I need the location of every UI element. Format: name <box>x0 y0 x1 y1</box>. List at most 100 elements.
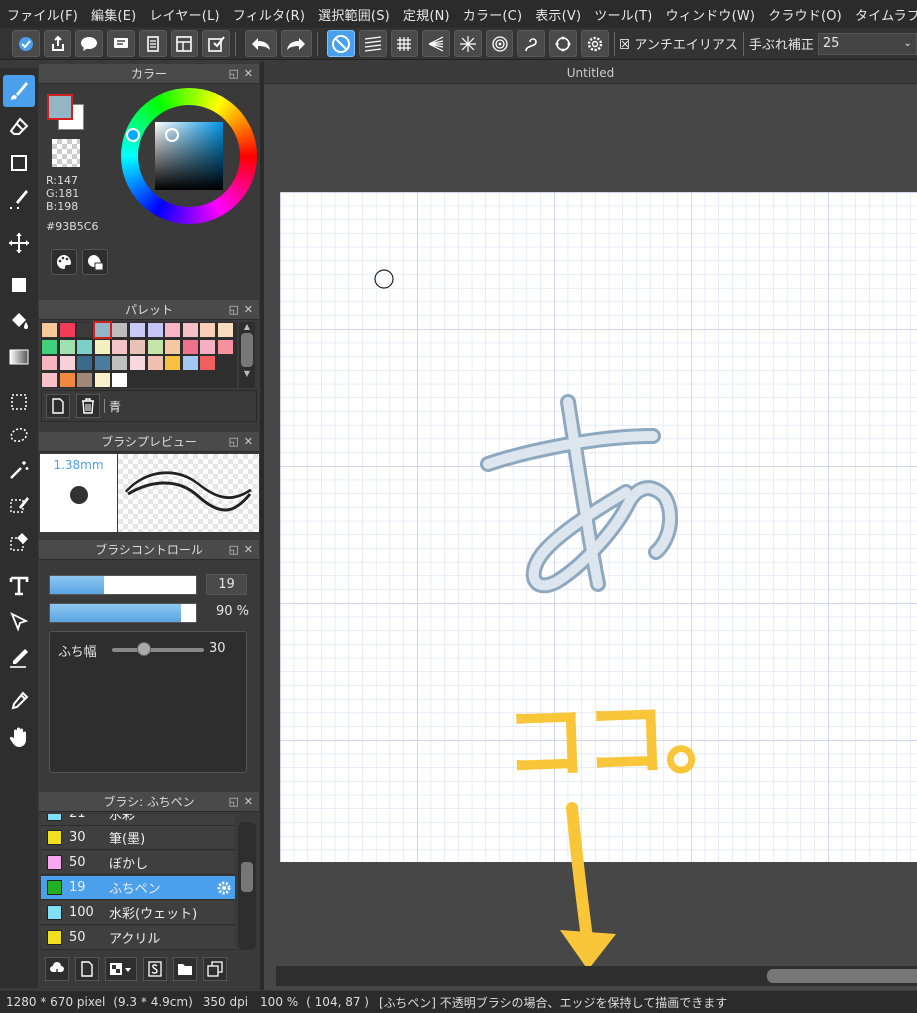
brush-script-button[interactable] <box>143 957 167 981</box>
tool-hand[interactable] <box>3 721 35 753</box>
palette-swatch[interactable] <box>130 356 145 370</box>
snap-off-button[interactable] <box>327 30 355 57</box>
sv-picker-handle[interactable] <box>165 128 179 142</box>
menu-color[interactable]: カラー(C) <box>456 5 528 24</box>
palette-swatch[interactable] <box>130 323 145 337</box>
tool-select-eraser[interactable] <box>3 526 35 558</box>
delete-palette-button[interactable] <box>76 394 100 418</box>
checklist-button[interactable] <box>202 30 230 57</box>
palette-swatch[interactable] <box>147 323 163 337</box>
tool-bucket[interactable] <box>3 305 35 337</box>
brush-item-fuchipen[interactable]: 19 ふちペン <box>41 876 235 900</box>
palette-swatch[interactable] <box>112 339 128 354</box>
close-icon[interactable]: ✕ <box>244 303 253 317</box>
palette-swatch[interactable] <box>112 323 128 337</box>
tool-shape[interactable] <box>3 147 35 179</box>
palette-swatch[interactable] <box>94 372 110 387</box>
undock-icon[interactable]: ◱ <box>229 795 239 809</box>
menu-window[interactable]: ウィンドウ(W) <box>659 5 762 24</box>
menu-select[interactable]: 選択範囲(S) <box>311 5 396 24</box>
antialias-checkbox[interactable] <box>619 38 630 49</box>
undock-icon[interactable]: ◱ <box>229 543 239 557</box>
menu-tool[interactable]: ツール(T) <box>587 5 658 24</box>
palette-swatch[interactable] <box>182 323 198 337</box>
tool-text[interactable] <box>3 570 35 602</box>
ellipse-snap-button[interactable] <box>549 30 577 57</box>
menu-edit[interactable]: 編集(E) <box>84 5 142 24</box>
palette-swatch[interactable] <box>218 339 233 354</box>
palette-swatch[interactable] <box>182 339 198 354</box>
brush-item-blur[interactable]: 50 ぼかし <box>41 851 235 875</box>
undock-icon[interactable]: ◱ <box>229 67 239 81</box>
grid-snap-button[interactable] <box>390 30 419 57</box>
redo-button[interactable] <box>280 30 313 57</box>
menu-file[interactable]: ファイル(F) <box>0 5 84 24</box>
brush-folder-button[interactable] <box>173 957 197 981</box>
radial-snap-button[interactable] <box>454 30 482 57</box>
palette-swatch[interactable] <box>165 339 181 354</box>
new-palette-button[interactable] <box>46 394 70 418</box>
tool-magic-wand[interactable] <box>3 454 35 486</box>
brush-new-button[interactable] <box>75 957 99 981</box>
palette-swatch[interactable] <box>147 339 163 354</box>
edge-width-handle[interactable] <box>137 642 151 656</box>
palette-swatch[interactable] <box>42 339 57 354</box>
horizontal-scrollbar[interactable] <box>276 966 917 986</box>
tool-operation[interactable] <box>3 606 35 638</box>
circle-snap-button[interactable] <box>485 30 514 57</box>
panel-divider[interactable] <box>260 62 264 990</box>
palette-swatch[interactable] <box>77 339 93 354</box>
palette-swatch[interactable] <box>59 372 75 387</box>
menu-filter[interactable]: フィルタ(R) <box>226 5 311 24</box>
brush-texture-button[interactable] <box>105 957 137 981</box>
palette-swatch[interactable] <box>77 356 93 370</box>
palette-swatch[interactable] <box>94 339 110 354</box>
undock-icon[interactable]: ◱ <box>229 435 239 449</box>
close-icon[interactable]: ✕ <box>244 543 253 557</box>
brush-item-watercolor[interactable]: 21 水彩 <box>41 814 235 826</box>
tool-brush[interactable] <box>3 75 35 107</box>
parallel-snap-button[interactable] <box>358 30 387 57</box>
foreground-color-swatch[interactable] <box>47 94 73 120</box>
color-set-button[interactable] <box>51 249 77 275</box>
palette-swatch[interactable] <box>112 372 128 387</box>
palette-swatch[interactable] <box>165 356 181 370</box>
tool-select-pen[interactable] <box>3 183 35 215</box>
close-icon[interactable]: ✕ <box>244 795 253 809</box>
palette-swatch[interactable] <box>59 356 75 370</box>
stabilizer-select[interactable]: 25 ⌄ <box>817 32 917 55</box>
menu-cloud[interactable]: クラウド(O) <box>761 5 848 24</box>
menu-ruler[interactable]: 定規(N) <box>396 5 456 24</box>
brush-item-wet-watercolor[interactable]: 100 水彩(ウェット) <box>41 901 235 925</box>
undock-icon[interactable]: ◱ <box>229 303 239 317</box>
palette-swatch[interactable] <box>42 323 57 337</box>
brush-size-slider[interactable] <box>49 575 197 595</box>
palette-swatch[interactable] <box>147 356 163 370</box>
document-button[interactable] <box>138 30 167 57</box>
palette-swatch[interactable] <box>200 323 216 337</box>
palette-swatch[interactable] <box>130 339 145 354</box>
hue-wheel[interactable] <box>121 88 257 224</box>
palette-swatch[interactable] <box>59 323 75 337</box>
palette-swatch[interactable] <box>218 323 233 337</box>
palette-swatch[interactable] <box>59 339 75 354</box>
tool-eraser[interactable] <box>3 111 35 143</box>
cloud-save-button[interactable] <box>12 30 40 57</box>
brush-list-scrollbar[interactable] <box>238 822 256 950</box>
palette-swatch[interactable] <box>165 323 181 337</box>
palette-swatch[interactable] <box>200 356 216 370</box>
palette-swatch[interactable] <box>42 356 57 370</box>
tool-select-rect[interactable] <box>3 386 35 418</box>
color-history-button[interactable] <box>82 249 108 275</box>
undo-button[interactable] <box>244 30 277 57</box>
snap-settings-button[interactable] <box>580 30 609 57</box>
palette-swatch[interactable] <box>92 321 112 339</box>
chat-button[interactable] <box>75 30 104 57</box>
curve-snap-button[interactable] <box>517 30 546 57</box>
menu-timelapse[interactable]: タイムラプス <box>848 5 917 24</box>
manga-button[interactable] <box>170 30 199 57</box>
close-icon[interactable]: ✕ <box>244 67 253 81</box>
brush-duplicate-button[interactable] <box>203 957 227 981</box>
gear-icon[interactable] <box>216 880 232 896</box>
palette-scrollbar[interactable]: ▲ ▼ <box>239 322 255 388</box>
